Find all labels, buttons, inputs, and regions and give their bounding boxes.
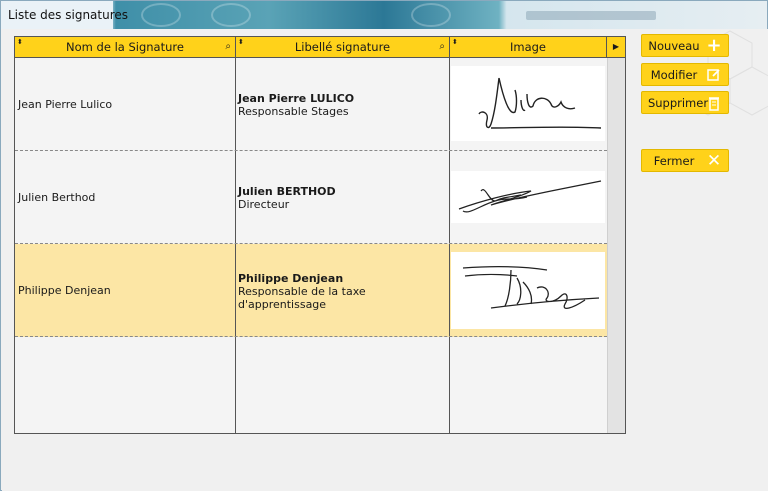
table-row[interactable]: Jean Pierre Lulico Jean Pierre LULICO Re… [15,58,607,151]
signatures-table: ⬍ Nom de la Signature ⌕ ⬍ Libellé signat… [14,36,626,434]
new-button-label: Nouveau [648,39,700,53]
cell-image [450,151,607,243]
table-row[interactable]: Philippe Denjean Philippe Denjean Respon… [15,244,607,337]
window-content: ⬍ Nom de la Signature ⌕ ⬍ Libellé signat… [2,29,768,491]
trash-icon [706,95,722,111]
signature-label-title: Philippe Denjean [238,272,344,285]
cell-name: Jean Pierre Lulico [15,58,236,150]
cell-libelle: Julien BERTHOD Directeur [236,151,450,243]
column-header-label: Libellé signature [294,40,391,54]
table-row[interactable]: Julien Berthod Julien BERTHOD Directeur [15,151,607,244]
cell-name: Julien Berthod [15,151,236,243]
close-button[interactable]: Fermer ✕ [641,149,729,172]
decoration [211,3,251,27]
table-scrollbar[interactable] [607,58,625,433]
decoration [141,3,181,27]
signature-image [451,66,605,141]
signature-name: Philippe Denjean [18,284,111,297]
column-header-image[interactable]: ⬍ Image [450,37,607,57]
sort-icon[interactable]: ⬍ [238,32,244,52]
edit-icon [706,67,722,83]
sort-icon[interactable]: ⬍ [17,32,23,52]
search-icon[interactable]: ⌕ [439,37,445,57]
cell-libelle: Jean Pierre LULICO Responsable Stages [236,58,450,150]
cell-libelle: Philippe Denjean Responsable de la taxe … [236,244,450,336]
table-header: ⬍ Nom de la Signature ⌕ ⬍ Libellé signat… [15,37,625,58]
signature-label-title: Julien BERTHOD [238,185,336,198]
cell-name [15,337,236,433]
column-header-libelle[interactable]: ⬍ Libellé signature ⌕ [236,37,450,57]
cell-libelle [236,337,450,433]
delete-button[interactable]: Supprimer [641,91,729,114]
signature-name: Jean Pierre Lulico [18,98,113,111]
new-button[interactable]: Nouveau + [641,34,729,57]
search-icon[interactable]: ⌕ [225,37,231,57]
signature-image [451,171,605,223]
blurred-header-text [526,11,656,20]
cell-image [450,58,607,150]
signature-image [451,252,605,329]
signature-label-subtitle: Directeur [238,198,290,211]
signature-label-subtitle: Responsable Stages [238,105,349,118]
column-menu-icon[interactable]: ▶ [607,37,625,57]
decoration [411,3,451,27]
signature-label-subtitle: Responsable de la taxe d'apprentissage [238,285,366,311]
modify-button-label: Modifier [650,68,698,82]
sort-icon[interactable]: ⬍ [452,32,458,52]
cell-name: Philippe Denjean [15,244,236,336]
cell-image [450,244,607,336]
modify-button[interactable]: Modifier [641,63,729,86]
signature-label-title: Jean Pierre LULICO [238,92,355,105]
title-bar: Liste des signatures [1,1,767,29]
signatures-window: Liste des signatures ⬍ Nom de la Signatu… [0,0,768,491]
close-icon: ✕ [706,151,722,171]
column-header-name[interactable]: ⬍ Nom de la Signature ⌕ [15,37,236,57]
column-header-label: Nom de la Signature [66,40,184,54]
table-row[interactable] [15,337,607,433]
cell-image [450,337,607,433]
column-header-label: Image [509,40,547,54]
close-button-label: Fermer [653,154,695,168]
window-title: Liste des signatures [8,8,129,22]
plus-icon: + [706,35,722,56]
signature-name: Julien Berthod [18,191,96,204]
delete-button-label: Supprimer [647,96,709,110]
